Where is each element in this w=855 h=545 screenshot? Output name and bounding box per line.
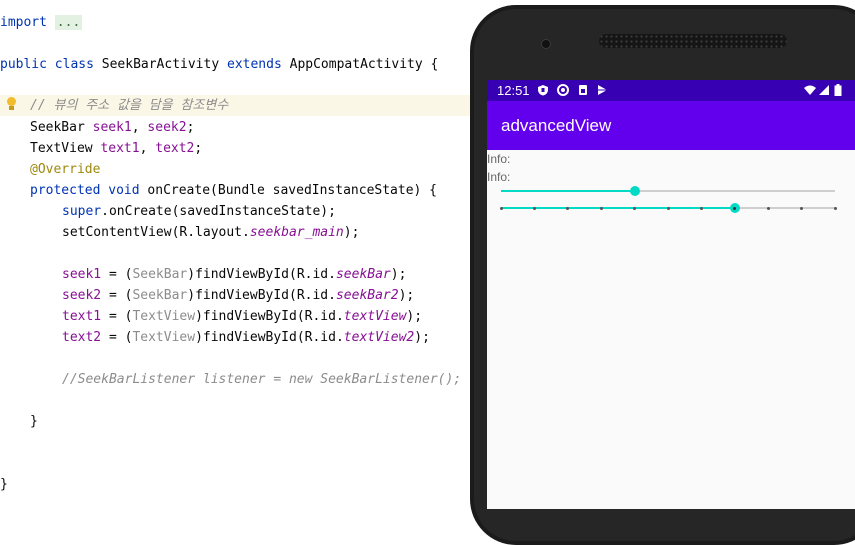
info-text-1: Info: xyxy=(487,152,511,166)
phone-screen: 12:51 advancedView Info: Info: xyxy=(487,80,855,509)
signal-icon xyxy=(819,85,829,95)
assign-open: = ( xyxy=(101,330,133,345)
seekbar-1-progress xyxy=(501,190,635,192)
play-store-icon xyxy=(598,85,607,95)
assign-close: ); xyxy=(398,288,415,303)
semicolon: ; xyxy=(194,141,203,156)
textview-field-declaration: TextView text1, text2; xyxy=(30,138,202,159)
assign-cast: SeekBar xyxy=(132,267,188,282)
parent-class: AppCompatActivity xyxy=(289,57,423,72)
seekbar-2-tick xyxy=(699,206,703,210)
status-bar: 12:51 xyxy=(487,80,855,101)
separator: , xyxy=(131,120,148,135)
code-editor[interactable]: import ... public class SeekBarActivity … xyxy=(0,0,470,509)
sim-icon xyxy=(579,85,587,95)
assign-field: seek1 xyxy=(62,267,102,282)
assign-id: textView2 xyxy=(343,330,415,345)
override-annotation: @Override xyxy=(30,162,101,177)
seekbar-2-tick xyxy=(633,206,637,210)
seekbar-2-tick xyxy=(566,206,570,210)
assign-mid: )findViewById(R.id. xyxy=(195,330,344,345)
set-content-view-suffix: ); xyxy=(343,225,360,240)
assign-seek1: seek1 = (SeekBar)findViewById(R.id.seekB… xyxy=(62,264,406,285)
assign-text2: text2 = (TextView)findViewById(R.id.text… xyxy=(62,327,430,348)
info-text-2: Info: xyxy=(487,170,511,184)
shield-icon xyxy=(538,85,548,96)
import-keyword: import xyxy=(0,15,47,30)
commented-listener-line: //SeekBarListener listener = new SeekBar… xyxy=(62,372,462,387)
assign-close: ); xyxy=(390,267,407,282)
class-declaration: public class SeekBarActivity extends App… xyxy=(0,54,438,75)
assign-id: textView xyxy=(343,309,407,324)
field-text1: text1 xyxy=(100,141,140,156)
keyword-void: void xyxy=(108,183,140,198)
assign-text1: text1 = (TextView)findViewById(R.id.text… xyxy=(62,306,422,327)
seekbar-1-thumb[interactable] xyxy=(629,186,640,196)
seekbar-type: SeekBar xyxy=(30,120,85,135)
import-line: import ... xyxy=(0,12,83,33)
field-text2: text2 xyxy=(155,141,195,156)
assign-open: = ( xyxy=(101,309,133,324)
keyword-protected: protected xyxy=(30,183,101,198)
set-content-view-prefix: setContentView(R.layout. xyxy=(62,225,250,240)
lightbulb-icon[interactable] xyxy=(6,97,16,111)
assign-open: = ( xyxy=(101,267,133,282)
keyword-public: public xyxy=(0,57,47,72)
app-title: advancedView xyxy=(501,116,612,135)
class-open-brace: { xyxy=(430,57,439,72)
battery-icon xyxy=(834,84,842,96)
seekbar-2-tick xyxy=(499,206,503,210)
assign-mid: )findViewById(R.id. xyxy=(187,288,336,303)
class-close-brace: } xyxy=(0,477,8,492)
assign-field: text1 xyxy=(62,309,102,324)
oncreate-signature: protected void onCreate(Bundle savedInst… xyxy=(30,180,437,201)
layout-reference: seekbar_main xyxy=(249,225,344,240)
field-seek1: seek1 xyxy=(92,120,132,135)
keyword-extends: extends xyxy=(227,57,282,72)
speaker-grille xyxy=(599,34,787,48)
seekbar-2-tick xyxy=(833,206,837,210)
assign-id: seekBar2 xyxy=(335,288,399,303)
korean-comment: // 뷰의 주소 값을 담을 참조변수 xyxy=(30,98,229,113)
class-name: SeekBarActivity xyxy=(101,57,220,72)
wifi-icon xyxy=(804,85,816,95)
seekbar-2-tick xyxy=(766,206,770,210)
semicolon: ; xyxy=(186,120,195,135)
import-fold[interactable]: ... xyxy=(54,15,83,30)
keyword-class: class xyxy=(54,57,94,72)
assign-mid: )findViewById(R.id. xyxy=(195,309,344,324)
seekbar-2-tick xyxy=(800,206,804,210)
seekbar-field-declaration: SeekBar seek1, seek2; xyxy=(30,117,194,138)
separator: , xyxy=(139,141,156,156)
assign-cast: TextView xyxy=(132,309,196,324)
keyword-super: super xyxy=(62,204,102,219)
assign-cast: SeekBar xyxy=(132,288,188,303)
assign-mid: )findViewById(R.id. xyxy=(187,267,336,282)
assign-field: seek2 xyxy=(62,288,102,303)
app-bar: advancedView xyxy=(487,101,855,150)
assign-cast: TextView xyxy=(132,330,196,345)
assign-id: seekBar xyxy=(335,267,391,282)
seekbar-2-tick xyxy=(532,206,536,210)
set-content-view: setContentView(R.layout.seekbar_main); xyxy=(62,222,359,243)
super-call-rest: .onCreate(savedInstanceState); xyxy=(101,204,336,219)
status-time: 12:51 xyxy=(497,83,530,98)
assign-close: ); xyxy=(414,330,430,345)
seekbar-2-tick xyxy=(599,206,603,210)
assign-field: text2 xyxy=(62,330,102,345)
super-call: super.onCreate(savedInstanceState); xyxy=(62,201,336,222)
sync-icon xyxy=(557,84,569,96)
camera-icon xyxy=(541,39,551,49)
method-signature: onCreate(Bundle savedInstanceState) { xyxy=(147,183,438,198)
seekbar-2-thumb-dot xyxy=(733,206,737,210)
seekbar-2-thumb[interactable] xyxy=(729,203,740,213)
seekbar-2-tick xyxy=(666,206,670,210)
method-close-brace: } xyxy=(30,414,38,429)
assign-close: ); xyxy=(406,309,423,324)
textview-type: TextView xyxy=(30,141,93,156)
assign-open: = ( xyxy=(101,288,133,303)
assign-seek2: seek2 = (SeekBar)findViewById(R.id.seekB… xyxy=(62,285,414,306)
field-seek2: seek2 xyxy=(147,120,187,135)
